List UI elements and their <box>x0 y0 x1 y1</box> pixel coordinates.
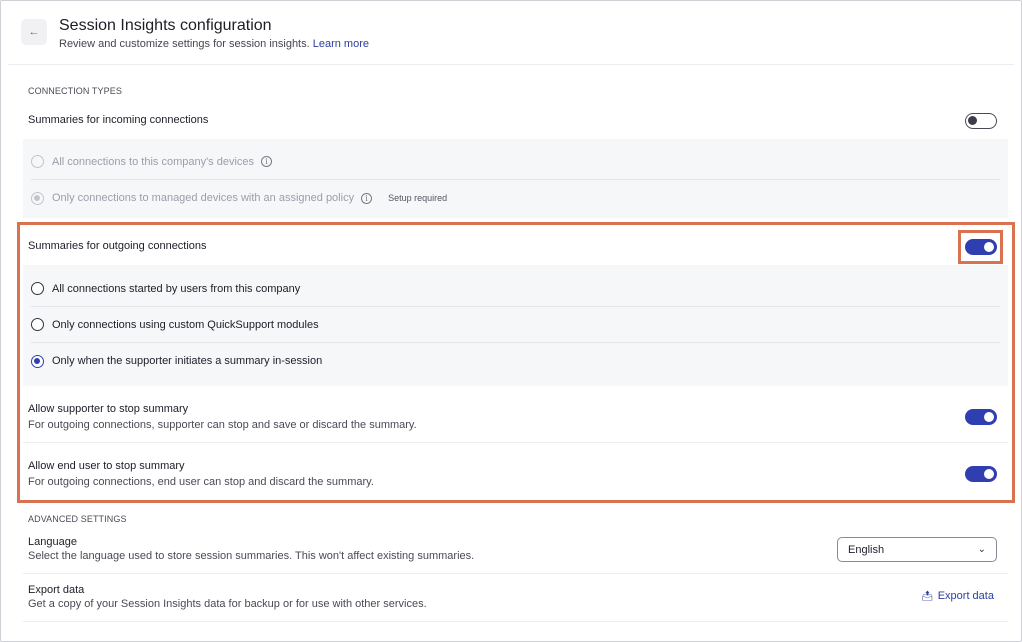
end-user-stop-toggle[interactable] <box>965 466 997 482</box>
supporter-stop-desc: For outgoing connections, supporter can … <box>28 419 417 431</box>
export-icon: 📤︎ <box>921 590 934 602</box>
outgoing-option-all[interactable]: All connections started by users from th… <box>31 271 1000 307</box>
incoming-options-panel: All connections to this company's device… <box>23 139 1008 218</box>
option-label: Only connections using custom QuickSuppo… <box>52 318 319 331</box>
toggle-knob <box>984 242 994 252</box>
end-user-stop-desc: For outgoing connections, end user can s… <box>28 476 374 488</box>
page-subtitle: Review and customize settings for sessio… <box>59 38 369 50</box>
divider <box>23 573 1008 574</box>
export-label: Export data <box>937 590 994 602</box>
toggle-knob <box>968 116 977 125</box>
incoming-toggle[interactable] <box>965 113 997 129</box>
outgoing-toggle[interactable] <box>965 239 997 255</box>
toggle-knob <box>984 469 994 479</box>
export-desc: Get a copy of your Session Insights data… <box>28 598 427 610</box>
outgoing-option-quicksupport[interactable]: Only connections using custom QuickSuppo… <box>31 307 1000 343</box>
end-user-stop-title: Allow end user to stop summary <box>28 460 185 472</box>
outgoing-title: Summaries for outgoing connections <box>28 240 207 252</box>
export-data-button[interactable]: 📤︎ Export data <box>921 590 994 602</box>
language-desc: Select the language used to store sessio… <box>28 550 475 562</box>
divider <box>23 442 1008 443</box>
radio-checked[interactable] <box>31 354 44 368</box>
chevron-down-icon: ⌄ <box>977 544 986 555</box>
toggle-knob <box>984 412 994 422</box>
language-select[interactable]: English ⌄ <box>837 537 997 562</box>
section-label-connection-types: CONNECTION TYPES <box>28 86 122 96</box>
radio-unchecked[interactable] <box>31 155 44 168</box>
incoming-option-all[interactable]: All connections to this company's device… <box>31 144 1000 180</box>
incoming-option-managed[interactable]: Only connections to managed devices with… <box>31 180 1000 216</box>
radio-unchecked[interactable] <box>31 318 44 331</box>
option-label: All connections to this company's device… <box>52 155 255 168</box>
option-label: Only connections to managed devices with… <box>52 192 355 204</box>
export-title: Export data <box>28 584 85 596</box>
info-icon[interactable]: i <box>361 192 373 204</box>
option-label: All connections started by users from th… <box>52 282 301 295</box>
language-title: Language <box>28 536 77 548</box>
incoming-title: Summaries for incoming connections <box>28 114 209 126</box>
outgoing-option-in-session[interactable]: Only when the supporter initiates a summ… <box>31 343 1000 379</box>
page-title: Session Insights configuration <box>59 17 272 34</box>
supporter-stop-toggle[interactable] <box>965 409 997 425</box>
radio-checked[interactable] <box>31 191 44 205</box>
subtitle-text: Review and customize settings for sessio… <box>59 38 310 50</box>
language-value: English <box>848 543 885 556</box>
learn-more-link[interactable]: Learn more <box>313 38 369 50</box>
radio-unchecked[interactable] <box>31 282 44 295</box>
section-label-advanced: ADVANCED SETTINGS <box>28 514 127 524</box>
divider <box>23 621 1008 622</box>
outgoing-options-panel: All connections started by users from th… <box>23 265 1008 386</box>
page-header: ← Session Insights configuration Review … <box>8 8 1014 65</box>
setup-required-badge: Setup required <box>388 193 448 203</box>
info-icon[interactable]: i <box>261 156 273 167</box>
option-label: Only when the supporter initiates a summ… <box>52 355 323 367</box>
back-button[interactable]: ← <box>21 19 47 45</box>
arrow-left-icon: ← <box>28 26 40 38</box>
supporter-stop-title: Allow supporter to stop summary <box>28 403 189 415</box>
